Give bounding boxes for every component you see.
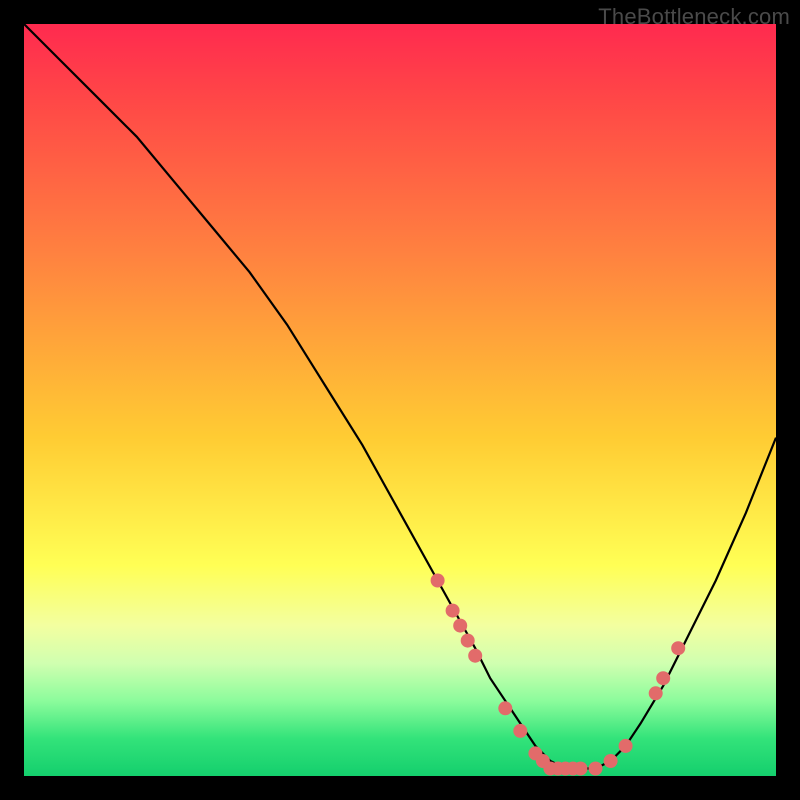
curve-marker <box>498 701 512 715</box>
curve-marker <box>453 619 467 633</box>
curve-marker <box>431 574 445 588</box>
curve-marker <box>574 762 588 776</box>
bottleneck-curve <box>24 24 776 769</box>
chart-svg <box>24 24 776 776</box>
marker-group <box>431 574 686 776</box>
curve-marker <box>656 671 670 685</box>
curve-marker <box>513 724 527 738</box>
curve-marker <box>619 739 633 753</box>
curve-marker <box>649 686 663 700</box>
curve-marker <box>671 641 685 655</box>
curve-marker <box>446 604 460 618</box>
chart-container: TheBottleneck.com <box>0 0 800 800</box>
watermark: TheBottleneck.com <box>598 4 790 30</box>
curve-marker <box>604 754 618 768</box>
curve-marker <box>461 634 475 648</box>
curve-marker <box>468 649 482 663</box>
curve-marker <box>589 762 603 776</box>
